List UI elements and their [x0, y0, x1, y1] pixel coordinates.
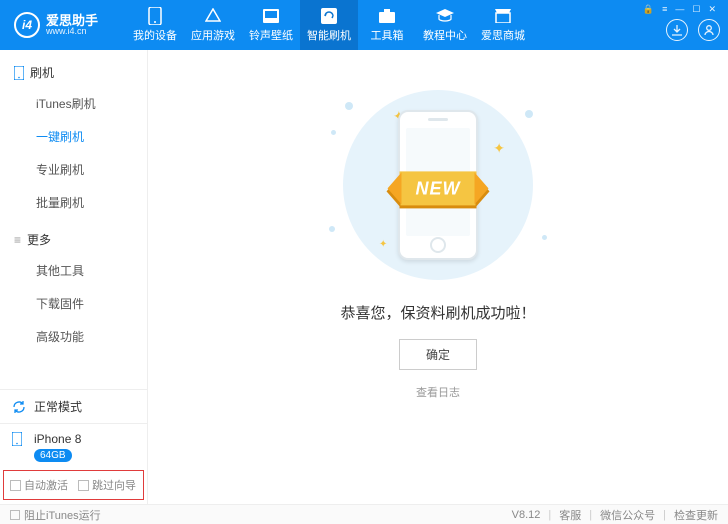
view-log-link[interactable]: 查看日志	[416, 384, 460, 400]
lock-icon[interactable]: 🔒	[643, 4, 654, 15]
app-header: i4 爱思助手 www.i4.cn 我的设备 应用游戏 铃声壁纸 智能刷机 工具…	[0, 0, 728, 50]
sidebar-item-pro-flash[interactable]: 专业刷机	[0, 153, 147, 186]
wechat-link[interactable]: 微信公众号	[600, 507, 655, 523]
checkbox-label: 跳过向导	[92, 477, 136, 493]
maximize-icon[interactable]: ☐	[692, 4, 700, 15]
toolbox-icon	[378, 7, 396, 25]
close-icon[interactable]: ✕	[708, 4, 716, 15]
device-row[interactable]: iPhone 8 64GB	[0, 424, 147, 470]
phone-icon	[14, 66, 24, 80]
nav-label: 铃声壁纸	[249, 27, 293, 43]
status-bar: 阻止iTunes运行 V8.12 | 客服 | 微信公众号 | 检查更新	[0, 504, 728, 524]
logo-icon: i4	[14, 12, 40, 38]
storage-badge: 64GB	[34, 449, 72, 462]
options-highlight: 自动激活 跳过向导	[3, 470, 144, 500]
version-label: V8.12	[512, 509, 541, 521]
sidebar-group-flash[interactable]: 刷机	[0, 58, 147, 87]
nav-label: 工具箱	[371, 27, 404, 43]
brand-url: www.i4.cn	[46, 27, 98, 36]
nav-toolbox[interactable]: 工具箱	[358, 0, 416, 50]
user-button[interactable]	[698, 19, 720, 41]
sidebar-item-itunes-flash[interactable]: iTunes刷机	[0, 87, 147, 120]
ok-button[interactable]: 确定	[399, 339, 477, 370]
ribbon-text: NEW	[400, 171, 477, 205]
refresh-icon	[12, 400, 28, 414]
sidebar-item-batch-flash[interactable]: 批量刷机	[0, 186, 147, 219]
device-icon	[146, 7, 164, 25]
header-right: 🔒 ≡ — ☐ ✕	[666, 0, 720, 50]
minimize-icon[interactable]: —	[675, 4, 684, 15]
menu-icon[interactable]: ≡	[662, 4, 667, 15]
apps-icon	[204, 7, 222, 25]
sidebar-item-advanced[interactable]: 高级功能	[0, 320, 147, 353]
success-message: 恭喜您，保资料刷机成功啦！	[340, 302, 535, 323]
block-itunes-checkbox[interactable]: 阻止iTunes运行	[10, 507, 101, 523]
nav-label: 爱思商城	[481, 27, 525, 43]
sidebar-item-other-tools[interactable]: 其他工具	[0, 254, 147, 287]
nav-my-device[interactable]: 我的设备	[126, 0, 184, 50]
support-link[interactable]: 客服	[559, 507, 581, 523]
auto-activate-checkbox[interactable]: 自动激活	[10, 477, 68, 493]
nav-label: 我的设备	[133, 27, 177, 43]
nav-ringtones[interactable]: 铃声壁纸	[242, 0, 300, 50]
store-icon	[494, 7, 512, 25]
nav-tutorials[interactable]: 教程中心	[416, 0, 474, 50]
nav-flash[interactable]: 智能刷机	[300, 0, 358, 50]
group-title: 更多	[27, 231, 51, 248]
window-controls: 🔒 ≡ — ☐ ✕	[643, 4, 716, 15]
device-name: iPhone 8	[34, 432, 81, 446]
tutorial-icon	[436, 7, 454, 25]
new-ribbon: NEW	[388, 171, 489, 205]
group-title: 刷机	[30, 64, 54, 81]
app-body: 刷机 iTunes刷机 一键刷机 专业刷机 批量刷机 ≡ 更多 其他工具 下载固…	[0, 50, 728, 504]
mode-row[interactable]: 正常模式	[0, 390, 147, 424]
device-icon	[12, 432, 28, 446]
skip-guide-checkbox[interactable]: 跳过向导	[78, 477, 136, 493]
wallpaper-icon	[262, 7, 280, 25]
flash-icon	[320, 7, 338, 25]
sidebar-item-onekey-flash[interactable]: 一键刷机	[0, 120, 147, 153]
sidebar-group-more[interactable]: ≡ 更多	[0, 225, 147, 254]
logo-text: 爱思助手 www.i4.cn	[46, 14, 98, 36]
more-icon: ≡	[14, 233, 21, 247]
sidebar: 刷机 iTunes刷机 一键刷机 专业刷机 批量刷机 ≡ 更多 其他工具 下载固…	[0, 50, 148, 504]
logo[interactable]: i4 爱思助手 www.i4.cn	[0, 12, 108, 38]
download-button[interactable]	[666, 19, 688, 41]
nav-store[interactable]: 爱思商城	[474, 0, 532, 50]
nav-apps[interactable]: 应用游戏	[184, 0, 242, 50]
main-content: ✦ ✦ ✦ NEW 恭喜您，保资料刷机成功啦！ 确定 查看日志	[148, 50, 728, 504]
sidebar-item-download-fw[interactable]: 下载固件	[0, 287, 147, 320]
top-nav: 我的设备 应用游戏 铃声壁纸 智能刷机 工具箱 教程中心 爱思商城	[126, 0, 532, 50]
success-illustration: ✦ ✦ ✦ NEW	[323, 90, 553, 280]
nav-label: 智能刷机	[307, 27, 351, 43]
nav-label: 应用游戏	[191, 27, 235, 43]
update-link[interactable]: 检查更新	[674, 507, 718, 523]
nav-label: 教程中心	[423, 27, 467, 43]
checkbox-label: 阻止iTunes运行	[24, 507, 101, 523]
checkbox-label: 自动激活	[24, 477, 68, 493]
mode-label: 正常模式	[34, 398, 82, 415]
